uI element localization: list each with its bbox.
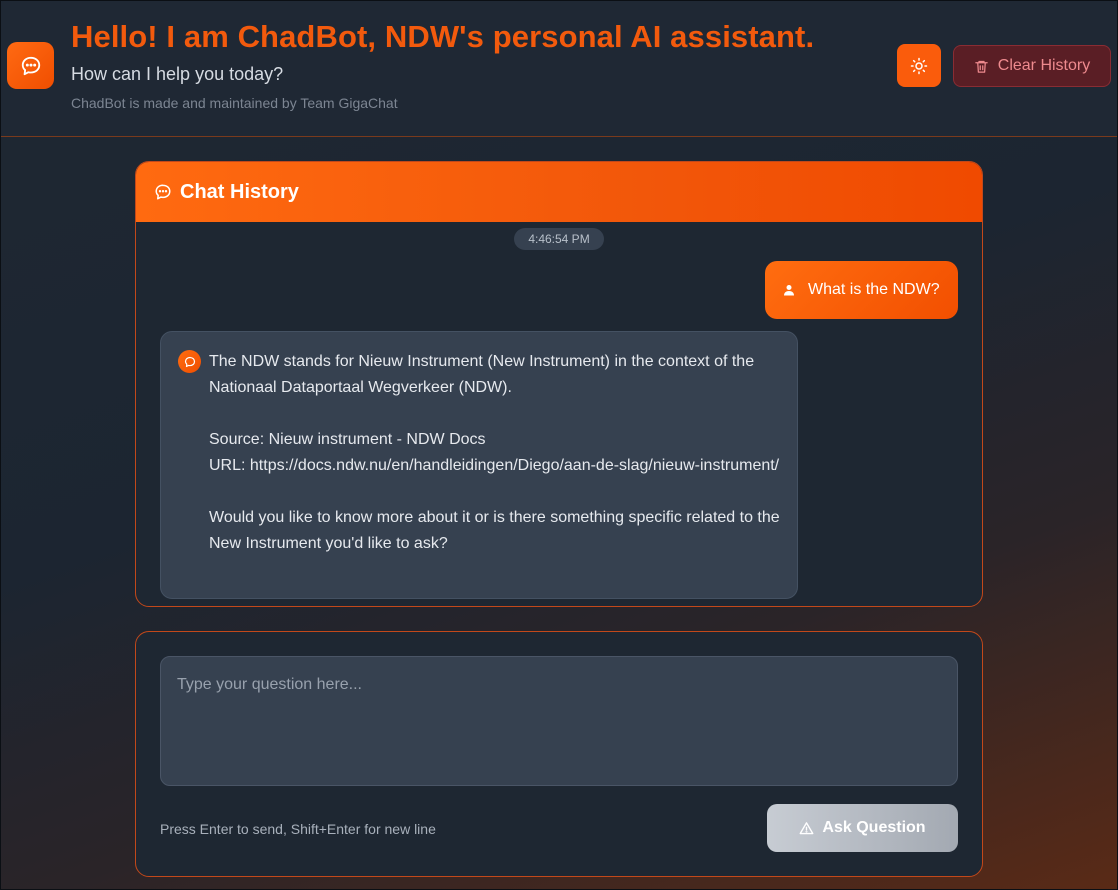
assistant-paragraph: Would you like to know more about it or …: [209, 509, 780, 552]
input-hint: Press Enter to send, Shift+Enter for new…: [160, 821, 436, 837]
chat-bubble-icon: [154, 183, 172, 201]
credit-text: ChadBot is made and maintained by Team G…: [71, 95, 398, 111]
user-icon: [783, 284, 795, 296]
chat-history-title: Chat History: [180, 180, 299, 203]
message-timestamp: 4:46:54 PM: [514, 228, 604, 250]
assistant-source: Source: Nieuw instrument - NDW Docs: [209, 431, 486, 448]
chat-history-panel: Chat History 4:46:54 PM What is the NDW?…: [135, 161, 983, 607]
app-header: Hello! I am ChadBot, NDW's personal AI a…: [1, 1, 1117, 137]
warning-icon: [799, 821, 814, 836]
clear-history-label: Clear History: [997, 57, 1091, 74]
question-panel: Press Enter to send, Shift+Enter for new…: [135, 631, 983, 877]
assistant-message-text: The NDW stands for Nieuw Instrument (New…: [209, 349, 784, 557]
user-message: What is the NDW?: [765, 261, 958, 319]
chat-bubble-icon: [7, 42, 54, 89]
page-subtitle: How can I help you today?: [71, 64, 284, 84]
ask-question-label: Ask Question: [822, 819, 926, 836]
chat-bubble-icon: [178, 350, 201, 373]
assistant-message: The NDW stands for Nieuw Instrument (New…: [160, 331, 798, 599]
assistant-url: URL: https://docs.ndw.nu/en/handleidinge…: [209, 457, 780, 474]
assistant-paragraph: The NDW stands for Nieuw Instrument (New…: [209, 353, 755, 396]
user-message-text: What is the NDW?: [808, 281, 940, 298]
chat-history-header: Chat History: [136, 162, 982, 222]
trash-icon: [974, 59, 989, 74]
theme-toggle-button[interactable]: [897, 44, 941, 87]
page-title: Hello! I am ChadBot, NDW's personal AI a…: [71, 19, 815, 54]
sun-icon: [910, 57, 928, 75]
ask-question-button[interactable]: Ask Question: [767, 804, 958, 852]
question-input[interactable]: [160, 656, 958, 786]
clear-history-button[interactable]: Clear History: [953, 45, 1111, 87]
